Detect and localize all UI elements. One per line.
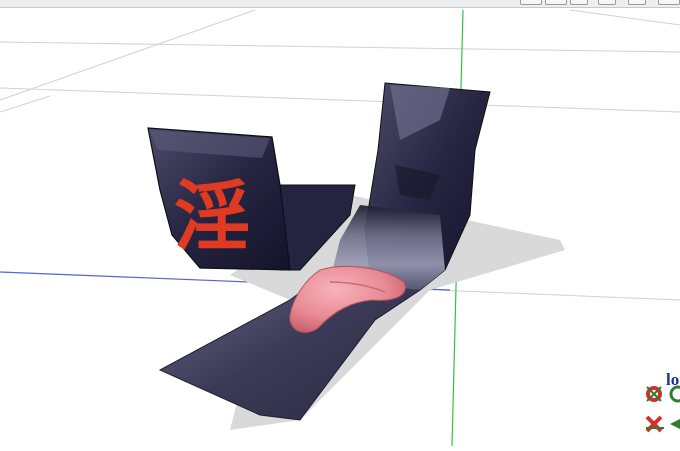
toolbar-button[interactable] — [628, 0, 646, 5]
toolbar-button[interactable] — [545, 0, 567, 5]
delete-icon[interactable] — [644, 414, 668, 434]
toolbar-button[interactable] — [658, 0, 680, 5]
toolbar-button[interactable] — [520, 0, 542, 5]
3d-viewport[interactable]: 淫 lo — [0, 8, 680, 447]
scene-canvas: 淫 — [0, 9, 680, 447]
camera-reset-icon[interactable] — [644, 384, 668, 404]
emblem-character: 淫 — [174, 172, 250, 261]
toolbar-button[interactable] — [598, 0, 616, 5]
top-toolbar — [0, 0, 680, 8]
rotate-icon[interactable] — [668, 384, 680, 404]
move-icon[interactable] — [668, 414, 680, 434]
toolbar-button[interactable] — [570, 0, 588, 5]
